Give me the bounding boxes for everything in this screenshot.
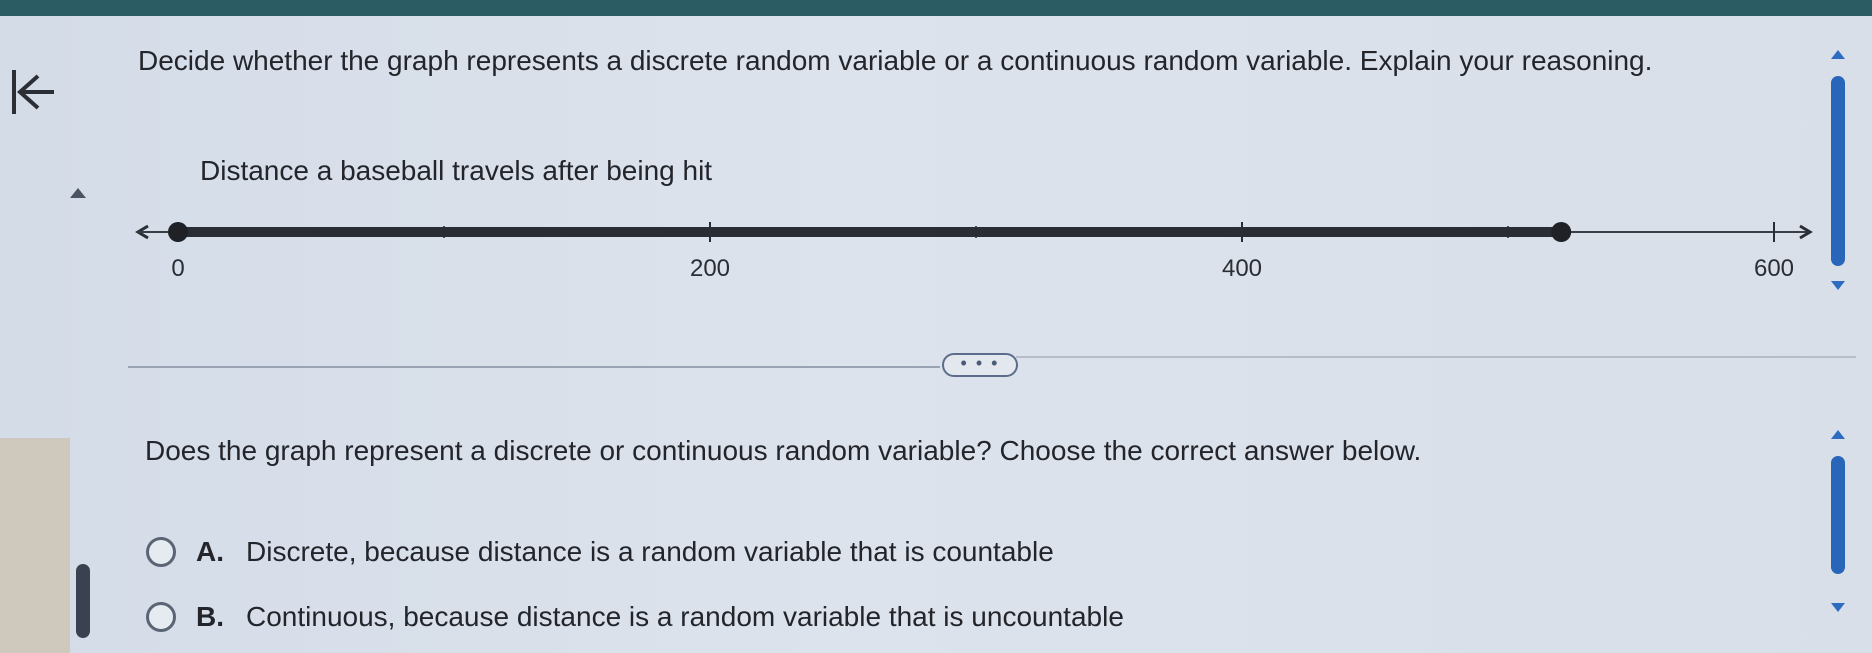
scroll-down-arrow-icon[interactable] xyxy=(1831,603,1845,612)
expand-more-button[interactable]: • • • xyxy=(942,353,1018,377)
option-letter: B. xyxy=(196,601,224,632)
radio-unselected-icon[interactable] xyxy=(146,602,176,632)
tick-label-200: 200 xyxy=(690,255,730,282)
question-text: Decide whether the graph represents a di… xyxy=(138,45,1653,76)
scroll-up-arrow-icon[interactable] xyxy=(1831,50,1845,59)
first-page-arrow-icon xyxy=(12,70,54,114)
tick-label-400: 400 xyxy=(1222,255,1262,282)
segment-end-point xyxy=(1551,222,1572,242)
section-divider-left xyxy=(128,366,940,368)
option-letter: A. xyxy=(196,536,224,567)
option-b[interactable]: B. Continuous, because distance is a ran… xyxy=(146,597,1124,637)
upper-scrollbar-thumb[interactable] xyxy=(1831,76,1845,266)
number-line-graph: 0 200 400 600 xyxy=(135,222,1813,282)
left-scrollbar-thumb[interactable] xyxy=(76,564,90,638)
tick-label-600: 600 xyxy=(1754,255,1794,282)
tick-label-0: 0 xyxy=(171,255,184,282)
radio-unselected-icon[interactable] xyxy=(146,537,176,567)
left-margin-area xyxy=(0,438,70,653)
lower-scrollbar-thumb[interactable] xyxy=(1831,456,1845,574)
back-to-start-button[interactable] xyxy=(10,62,56,122)
collapse-arrow-icon[interactable] xyxy=(70,188,86,198)
option-a[interactable]: A. Discrete, because distance is a rando… xyxy=(146,532,1054,572)
option-text: Discrete, because distance is a random v… xyxy=(246,536,1054,567)
segment-start-point xyxy=(168,222,188,242)
scroll-up-arrow-icon[interactable] xyxy=(1831,430,1845,439)
option-text: Continuous, because distance is a random… xyxy=(246,601,1124,632)
chart-title: Distance a baseball travels after being … xyxy=(200,155,713,186)
scroll-down-arrow-icon[interactable] xyxy=(1831,281,1845,290)
section-divider-right xyxy=(1016,356,1856,358)
top-header-bar xyxy=(0,0,1872,16)
answer-prompt: Does the graph represent a discrete or c… xyxy=(145,435,1422,466)
